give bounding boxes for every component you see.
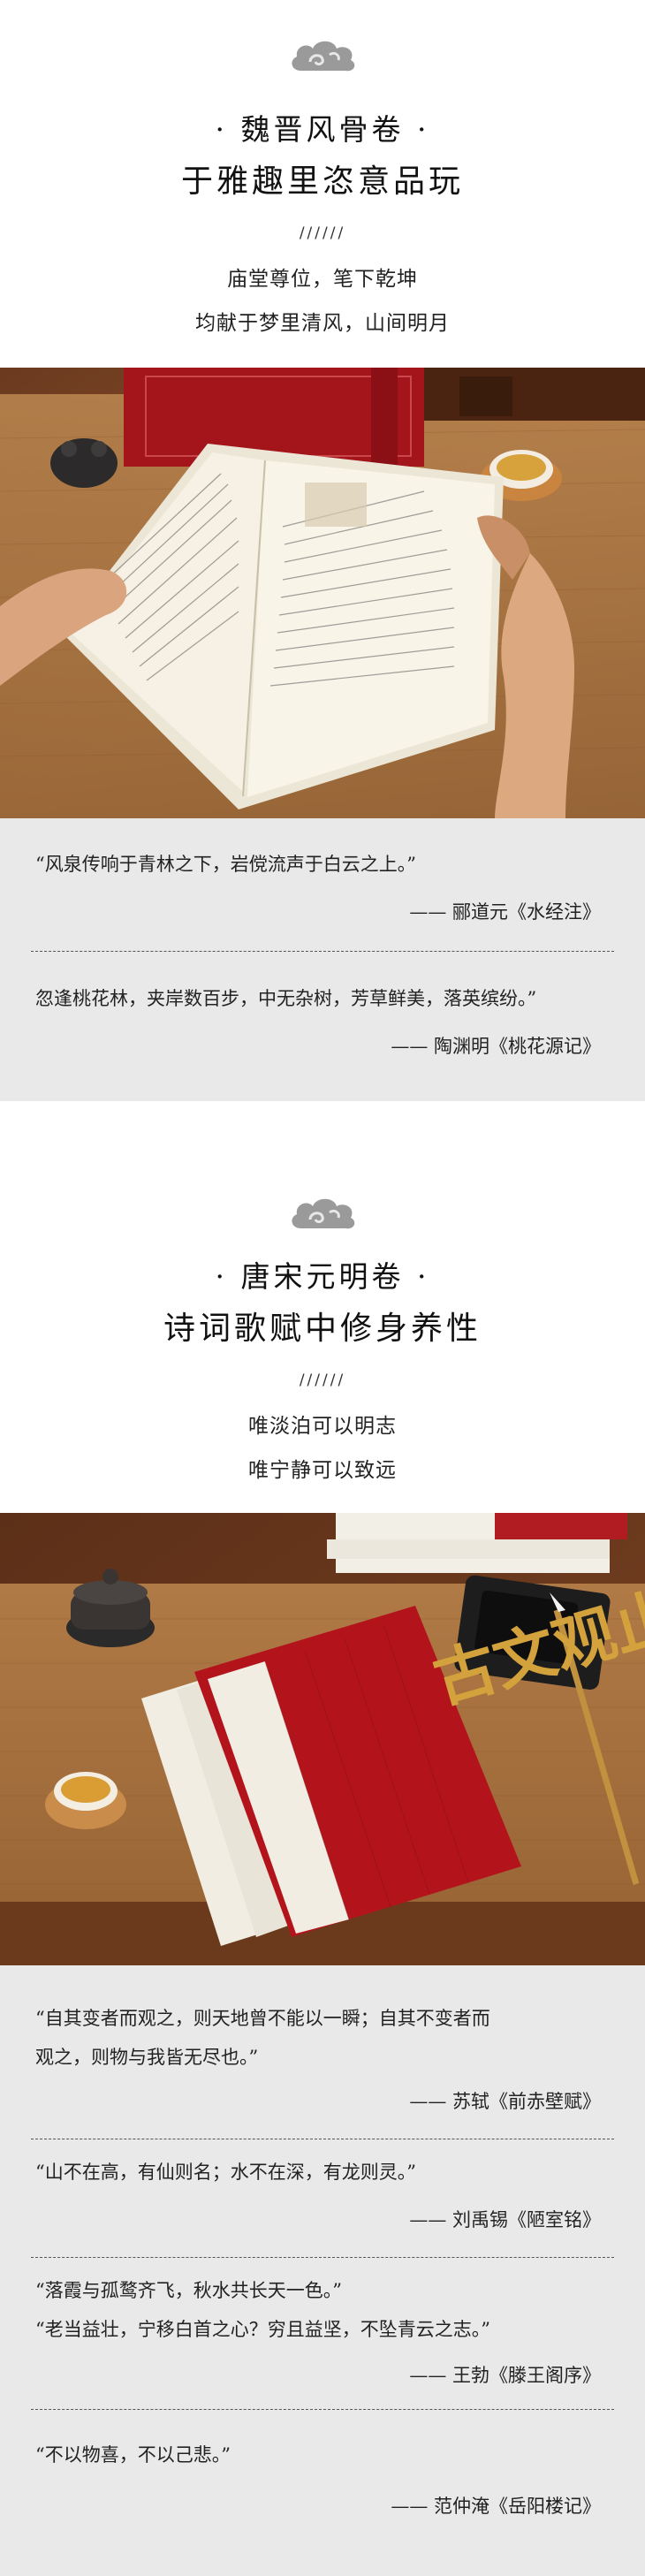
quote-author: —— 苏轼《前赤壁赋》: [409, 2091, 601, 2112]
quote-text: “老当益壮，宁移白首之心？穷且益坚，不坠青云之志。”: [35, 2319, 490, 2340]
cloud-icon: [292, 1198, 355, 1229]
section2-divider-slashes: //////: [299, 1372, 346, 1389]
quote-text: “风泉传响于青林之下，岩傥流声于白云之上。”: [35, 854, 416, 875]
section1-subtitle-line1: 庙堂尊位，笔下乾坤: [227, 268, 418, 291]
section2-title-line1: · 唐宋元明卷 ·: [215, 1259, 430, 1294]
section1-subtitle-line2: 均献于梦里清风，山间明月: [195, 312, 450, 335]
quote-text: “落霞与孤鹜齐飞，秋水共长天一色。”: [35, 2280, 342, 2301]
quote-text: “不以物喜，不以己悲。”: [35, 2444, 231, 2466]
section1-divider-slashes: //////: [299, 224, 346, 242]
quote-divider: [31, 951, 614, 952]
cloud-icon: [292, 41, 355, 72]
red-book-photo: 古文观止: [0, 1513, 645, 1965]
quote-divider: [31, 2409, 614, 2410]
product-detail-page: · 魏晋风骨卷 · 于雅趣里恣意品玩 ////// 庙堂尊位，笔下乾坤 均献于梦…: [0, 0, 645, 2576]
open-book-photo: [0, 368, 645, 818]
quote-text: 观之，则物与我皆无尽也。”: [35, 2047, 259, 2068]
quote-text: 忽逢桃花林，夹岸数百步，中无杂树，芳草鲜美，落英缤纷。”: [35, 988, 537, 1009]
quote-divider: [31, 2257, 614, 2258]
section2-subtitle-line2: 唯宁静可以致远: [248, 1459, 397, 1482]
quote-author: —— 陶渊明《桃花源记》: [391, 1036, 601, 1057]
quote-author: —— 范仲淹《岳阳楼记》: [391, 2496, 601, 2517]
quote-author: —— 刘禹锡《陋室铭》: [409, 2209, 601, 2230]
quote-author: —— 郦道元《水经注》: [409, 901, 601, 923]
section1-quote-panel: “风泉传响于青林之下，岩傥流声于白云之上。” —— 郦道元《水经注》 忽逢桃花林…: [0, 818, 645, 1101]
section2-title-line2: 诗词歌赋中修身养性: [163, 1311, 482, 1347]
section1-title-line2: 于雅趣里恣意品玩: [180, 163, 464, 200]
quote-text: “山不在高，有仙则名；水不在深，有龙则灵。”: [35, 2162, 416, 2183]
section2-quote-panel: “自其变者而观之，则天地曾不能以一瞬；自其不变者而 观之，则物与我皆无尽也。” …: [0, 1965, 645, 2576]
section2-subtitle-line1: 唯淡泊可以明志: [248, 1415, 397, 1438]
section1-title-line1: · 魏晋风骨卷 ·: [215, 112, 430, 147]
quote-author: —— 王勃《滕王阁序》: [409, 2365, 601, 2386]
quote-text: “自其变者而观之，则天地曾不能以一瞬；自其不变者而: [35, 2008, 490, 2029]
